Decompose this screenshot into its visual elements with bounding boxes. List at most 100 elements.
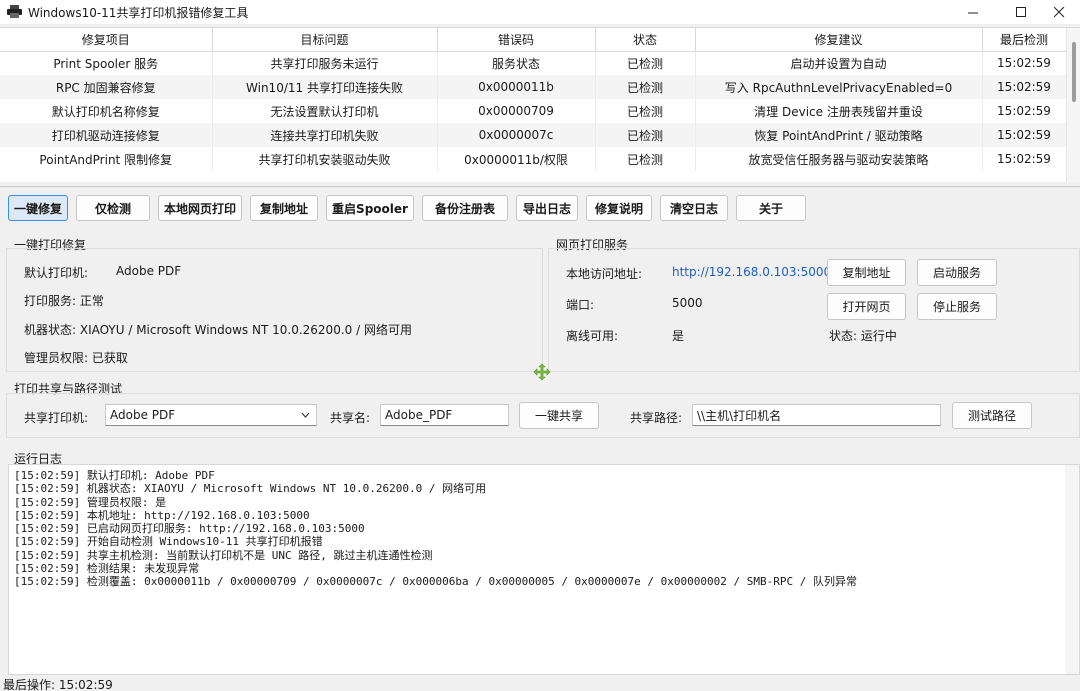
table-cell: 默认打印机名称修复	[0, 99, 213, 123]
table-row[interactable]: 打印机驱动连接修复 连接共享打印机失败 0x0000007c 已检测 恢复 Po…	[0, 123, 1067, 147]
service-status: 状态: 运行中	[829, 329, 897, 343]
address-link[interactable]: http://192.168.0.103:5000	[672, 265, 831, 279]
table-row[interactable]: 默认打印机名称修复 无法设置默认打印机 0x00000709 已检测 清理 De…	[0, 99, 1067, 123]
clear-log-button[interactable]: 清空日志	[660, 195, 728, 221]
port-value: 5000	[672, 296, 703, 310]
local-web-print-button[interactable]: 本地网页打印	[158, 195, 242, 221]
table-cell: 连接共享打印机失败	[212, 123, 438, 147]
column-header[interactable]: 修复建议	[695, 28, 983, 52]
table-cell: 无法设置默认打印机	[212, 99, 438, 123]
share-name-input[interactable]: Adobe_PDF	[380, 404, 509, 426]
table-cell: 15:02:59	[982, 123, 1067, 147]
admin-status: 管理员权限: 已获取	[24, 351, 128, 365]
table-cell: 0x0000011b	[437, 75, 596, 99]
table-cell: PointAndPrint 限制修复	[0, 147, 213, 171]
log-line: [15:02:59] 检测结果: 未发现异常	[14, 562, 200, 576]
table-cell: 服务状态	[437, 51, 596, 75]
log-vertical-scrollbar[interactable]	[1065, 465, 1079, 674]
export-log-button[interactable]: 导出日志	[516, 195, 578, 221]
offline-label: 离线可用:	[566, 329, 619, 343]
log-textbox[interactable]: [15:02:59] 默认打印机: Adobe PDF [15:02:59] 机…	[8, 464, 1080, 675]
log-line: [15:02:59] 管理员权限: 是	[14, 495, 167, 509]
window-title: Windows10-11共享打印机报错修复工具	[28, 6, 249, 20]
table-cell: 共享打印机安装驱动失败	[212, 147, 438, 171]
scrollbar-thumb[interactable]	[1072, 42, 1076, 102]
log-lines: [15:02:59] 默认打印机: Adobe PDF [15:02:59] 机…	[9, 469, 857, 589]
restart-spooler-button[interactable]: 重启Spooler	[326, 195, 414, 221]
machine-status: 机器状态: XIAOYU / Microsoft Windows NT 10.0…	[24, 323, 412, 337]
port-label: 端口:	[566, 298, 595, 312]
table-header-row: 修复项目 目标问题 错误码 状态 修复建议 最后检测	[0, 28, 1067, 52]
copy-address-panel-button[interactable]: 复制地址	[827, 259, 906, 286]
start-service-button[interactable]: 启动服务	[917, 259, 997, 286]
table-cell: 放宽受信任服务器与驱动安装策略	[695, 147, 983, 171]
table-row[interactable]: Print Spooler 服务 共享打印服务未运行 服务状态 已检测 启动并设…	[0, 51, 1067, 75]
table-vertical-scrollbar[interactable]	[1066, 28, 1080, 182]
share-path-label: 共享路径:	[630, 411, 683, 425]
open-webpage-button[interactable]: 打开网页	[827, 293, 906, 320]
table-cell: Win10/11 共享打印连接失败	[212, 75, 438, 99]
table-cell: 打印机驱动连接修复	[0, 123, 213, 147]
default-printer-value: Adobe PDF	[116, 264, 182, 278]
toolbar: 一键修复 仅检测 本地网页打印 复制地址 重启Spooler 备份注册表 导出日…	[8, 195, 814, 222]
column-header[interactable]: 最后检测	[982, 28, 1067, 52]
share-path-value: \\主机\打印机名	[697, 408, 782, 423]
table-cell: 15:02:59	[982, 147, 1067, 171]
close-button[interactable]	[1036, 0, 1080, 24]
stop-service-button[interactable]: 停止服务	[917, 293, 997, 320]
log-line: [15:02:59] 检测覆盖: 0x0000011b / 0x00000709…	[14, 575, 857, 589]
results-table-container: 修复项目 目标问题 错误码 状态 修复建议 最后检测 Print Spooler…	[0, 27, 1080, 182]
column-header[interactable]: 错误码	[437, 28, 596, 52]
table-cell: 恢复 PointAndPrint / 驱动策略	[695, 123, 983, 147]
table-cell: Print Spooler 服务	[0, 51, 213, 75]
test-path-button[interactable]: 测试路径	[952, 402, 1032, 429]
table-cell: 0x0000007c	[437, 123, 596, 147]
share-printer-label: 共享打印机:	[24, 411, 89, 425]
share-path-input[interactable]: \\主机\打印机名	[692, 404, 941, 426]
backup-registry-button[interactable]: 备份注册表	[422, 195, 508, 221]
share-name-value: Adobe_PDF	[385, 408, 453, 422]
table-cell: 共享打印服务未运行	[212, 51, 438, 75]
chevron-down-icon	[301, 412, 310, 418]
address-label: 本地访问地址:	[566, 267, 643, 281]
detect-only-button[interactable]: 仅检测	[76, 195, 150, 221]
column-header[interactable]: 修复项目	[0, 28, 213, 52]
minimize-icon	[967, 12, 978, 13]
table-cell: 启动并设置为自动	[695, 51, 983, 75]
repair-notes-button[interactable]: 修复说明	[586, 195, 652, 221]
panel-splitter[interactable]	[0, 186, 1080, 187]
log-line: [15:02:59] 共享主机检测: 当前默认打印机不是 UNC 路径, 跳过主…	[14, 548, 433, 562]
table-cell: 15:02:59	[982, 75, 1067, 99]
share-printer-value: Adobe PDF	[110, 408, 176, 422]
share-printer-select[interactable]: Adobe PDF	[105, 404, 317, 426]
maximize-icon	[1015, 6, 1026, 17]
printer-icon	[7, 5, 22, 18]
about-button[interactable]: 关于	[736, 195, 806, 221]
log-line: [15:02:59] 默认打印机: Adobe PDF	[14, 469, 215, 482]
table-cell: 0x00000709	[437, 99, 596, 123]
offline-value: 是	[672, 329, 685, 343]
column-header[interactable]: 状态	[595, 28, 696, 52]
table-cell: 清理 Device 注册表残留并重设	[695, 99, 983, 123]
print-service-status: 打印服务: 正常	[24, 294, 104, 308]
table-row[interactable]: PointAndPrint 限制修复 共享打印机安装驱动失败 0x0000011…	[0, 147, 1067, 171]
minimize-button[interactable]	[950, 0, 996, 24]
table-cell: 写入 RpcAuthnLevelPrivacyEnabled=0	[695, 75, 983, 99]
table-cell: 15:02:59	[982, 99, 1067, 123]
table-cell: 已检测	[595, 147, 696, 171]
share-name-label: 共享名:	[330, 411, 371, 425]
title-bar: Windows10-11共享打印机报错修复工具	[0, 0, 1080, 24]
column-header[interactable]: 目标问题	[212, 28, 438, 52]
status-bar: 最后操作: 15:02:59	[3, 678, 113, 691]
one-click-share-button[interactable]: 一键共享	[519, 402, 599, 429]
log-line: [15:02:59] 已启动网页打印服务: http://192.168.0.1…	[14, 522, 365, 536]
table-cell: 15:02:59	[982, 51, 1067, 75]
table-cell: 已检测	[595, 123, 696, 147]
one-click-repair-button[interactable]: 一键修复	[8, 195, 68, 221]
copy-address-button[interactable]: 复制地址	[250, 195, 318, 221]
table-cell: 0x0000011b/权限	[437, 147, 596, 171]
close-icon	[1053, 6, 1064, 17]
table-cell: 已检测	[595, 99, 696, 123]
table-row[interactable]: RPC 加固兼容修复 Win10/11 共享打印连接失败 0x0000011b …	[0, 75, 1067, 99]
log-line: [15:02:59] 开始自动检测 Windows10-11 共享打印机报错	[14, 535, 323, 549]
